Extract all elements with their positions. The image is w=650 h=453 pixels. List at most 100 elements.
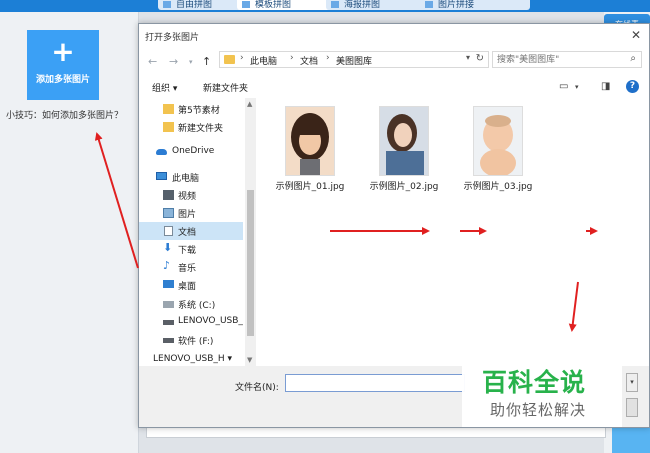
chevron-down-icon[interactable]: ▾ [466, 53, 470, 62]
cancel-button[interactable] [626, 398, 638, 417]
nav-item-downloads[interactable]: ⬇ 下载 [139, 240, 243, 258]
computer-icon [156, 172, 167, 180]
filename-label: 文件名(N): [235, 383, 279, 393]
cloud-icon [156, 149, 167, 155]
nav-item-this-pc[interactable]: 此电脑 [139, 168, 243, 186]
nav-item-label: 此电脑 [172, 174, 200, 184]
video-icon [163, 190, 174, 200]
usb-drive-icon [163, 320, 174, 325]
photo-thumbnail [379, 106, 429, 176]
nav-item-lenovo-usb-h[interactable]: LENOVO_USB_H ▾ [153, 354, 232, 364]
address-bar[interactable]: › 此电脑 › 文档 › 美图图库 ▾ ↻ [219, 51, 489, 68]
dialog-title: 打开多张图片 [145, 33, 200, 43]
chevron-right-icon: › [290, 53, 294, 63]
tab-icon [163, 1, 171, 8]
help-icon[interactable]: ? [626, 80, 639, 93]
nav-scrollbar[interactable]: ▲ ▼ [245, 98, 256, 366]
file-item-02[interactable]: 示例图片_02.jpg [363, 106, 445, 192]
tab-icon [331, 1, 339, 8]
nav-item-label: 文档 [178, 228, 197, 238]
forward-arrow-icon[interactable]: → [169, 55, 178, 68]
scrollbar-thumb[interactable] [247, 190, 254, 336]
nav-item-drive-c[interactable]: 系统 (C:) [139, 295, 243, 313]
drive-icon [163, 301, 174, 308]
download-icon: ⬇ [163, 241, 173, 254]
search-input[interactable] [493, 52, 623, 67]
tab-icon [425, 1, 433, 8]
app-corner-button[interactable] [612, 428, 650, 453]
nav-item-drive-f[interactable]: 软件 (F:) [139, 331, 243, 349]
chevron-right-icon: › [326, 53, 330, 63]
nav-item-videos[interactable]: 视频 [139, 186, 243, 204]
tab-label: 模板拼图 [255, 0, 292, 10]
nav-item-desktop[interactable]: 桌面 [139, 276, 243, 294]
chevron-right-icon: › [240, 53, 244, 63]
file-type-dropdown[interactable]: ▾ [626, 373, 638, 392]
tab-label: 海报拼图 [344, 0, 381, 10]
file-name: 示例图片_03.jpg [463, 182, 533, 192]
up-arrow-icon[interactable]: ↑ [202, 55, 211, 68]
nav-item-new-folder[interactable]: 新建文件夹 [139, 118, 243, 136]
portrait-baby [474, 107, 522, 175]
recent-chevron-icon[interactable]: ▾ [189, 58, 193, 66]
preview-pane-icon[interactable]: ◨ [601, 81, 610, 92]
music-icon: ♪ [163, 259, 171, 272]
picture-icon [163, 208, 174, 218]
watermark-subtitle: 助你轻松解决 [490, 401, 587, 419]
add-multiple-images-button[interactable]: + 添加多张图片 [27, 30, 99, 100]
dialog-toolbar: 组织 ▾ 新建文件夹 ▭ ▾ ◨ ? [139, 76, 649, 98]
nav-item-onedrive[interactable]: OneDrive [139, 143, 243, 161]
folder-icon [163, 104, 174, 114]
plus-icon: + [51, 35, 75, 68]
nav-item-music[interactable]: ♪ 音乐 [139, 258, 243, 276]
tip-link[interactable]: 小技巧：如何添加多张图片？ [6, 108, 123, 121]
nav-item-pictures[interactable]: 图片 [139, 204, 243, 222]
breadcrumb-documents[interactable]: 文档 [300, 54, 318, 67]
nav-item-label: 图片 [178, 210, 197, 220]
breadcrumb-meitu-gallery[interactable]: 美图图库 [336, 54, 372, 67]
search-icon: ⌕ [630, 53, 636, 64]
nav-item-documents[interactable]: 文档 [139, 222, 243, 240]
nav-item-label: LENOVO_USB_ [178, 316, 243, 326]
breadcrumb-this-pc[interactable]: 此电脑 [250, 54, 277, 67]
nav-item-folder-section5[interactable]: 第5节素材 [139, 100, 243, 118]
view-options-icon[interactable]: ▭ [559, 81, 568, 92]
nav-item-label: 新建文件夹 [178, 124, 224, 134]
filename-input[interactable] [286, 375, 464, 391]
photo-thumbnail [473, 106, 523, 176]
nav-item-label: 软件 (F:) [178, 337, 214, 347]
drive-icon [163, 338, 174, 343]
chevron-down-icon[interactable]: ▾ [575, 83, 579, 91]
new-folder-button[interactable]: 新建文件夹 [203, 81, 248, 94]
file-item-01[interactable]: 示例图片_01.jpg [269, 106, 351, 192]
add-button-label: 添加多张图片 [35, 75, 90, 85]
nav-item-label: OneDrive [172, 146, 215, 156]
tab-icon [242, 1, 250, 8]
search-box[interactable]: ⌕ [492, 51, 642, 68]
nav-item-lenovo-usb[interactable]: LENOVO_USB_ [139, 313, 243, 331]
tab-label: 图片拼接 [438, 0, 475, 10]
scroll-down-icon[interactable]: ▼ [247, 356, 252, 364]
nav-item-label: 视频 [178, 192, 197, 202]
folder-icon [163, 122, 174, 132]
file-name: 示例图片_02.jpg [369, 182, 439, 192]
portrait-woman-denim [380, 107, 428, 175]
refresh-icon[interactable]: ↻ [476, 53, 484, 64]
close-icon[interactable]: ✕ [631, 28, 641, 42]
organize-menu[interactable]: 组织 ▾ [152, 81, 177, 94]
watermark: 百科全说 助你轻松解决 [462, 357, 622, 427]
tab-image-stitch[interactable]: 图片拼接 [420, 0, 530, 10]
nav-item-label: 下载 [178, 246, 197, 256]
nav-item-label: 音乐 [178, 264, 197, 274]
filename-field[interactable] [285, 374, 465, 392]
folder-icon [224, 55, 235, 64]
desktop-icon [163, 280, 174, 288]
scroll-up-icon[interactable]: ▲ [247, 100, 252, 108]
nav-item-label: 桌面 [178, 282, 197, 292]
navigation-pane: 第5节素材 新建文件夹 OneDrive 此电脑 视频 图片 文档 ⬇ 下载 ♪… [139, 98, 245, 366]
nav-item-label: 第5节素材 [178, 106, 220, 116]
tab-label: 自由拼图 [176, 0, 213, 10]
nav-item-label: 系统 (C:) [178, 301, 216, 311]
back-arrow-icon[interactable]: ← [148, 55, 157, 68]
file-item-03[interactable]: 示例图片_03.jpg [457, 106, 539, 192]
